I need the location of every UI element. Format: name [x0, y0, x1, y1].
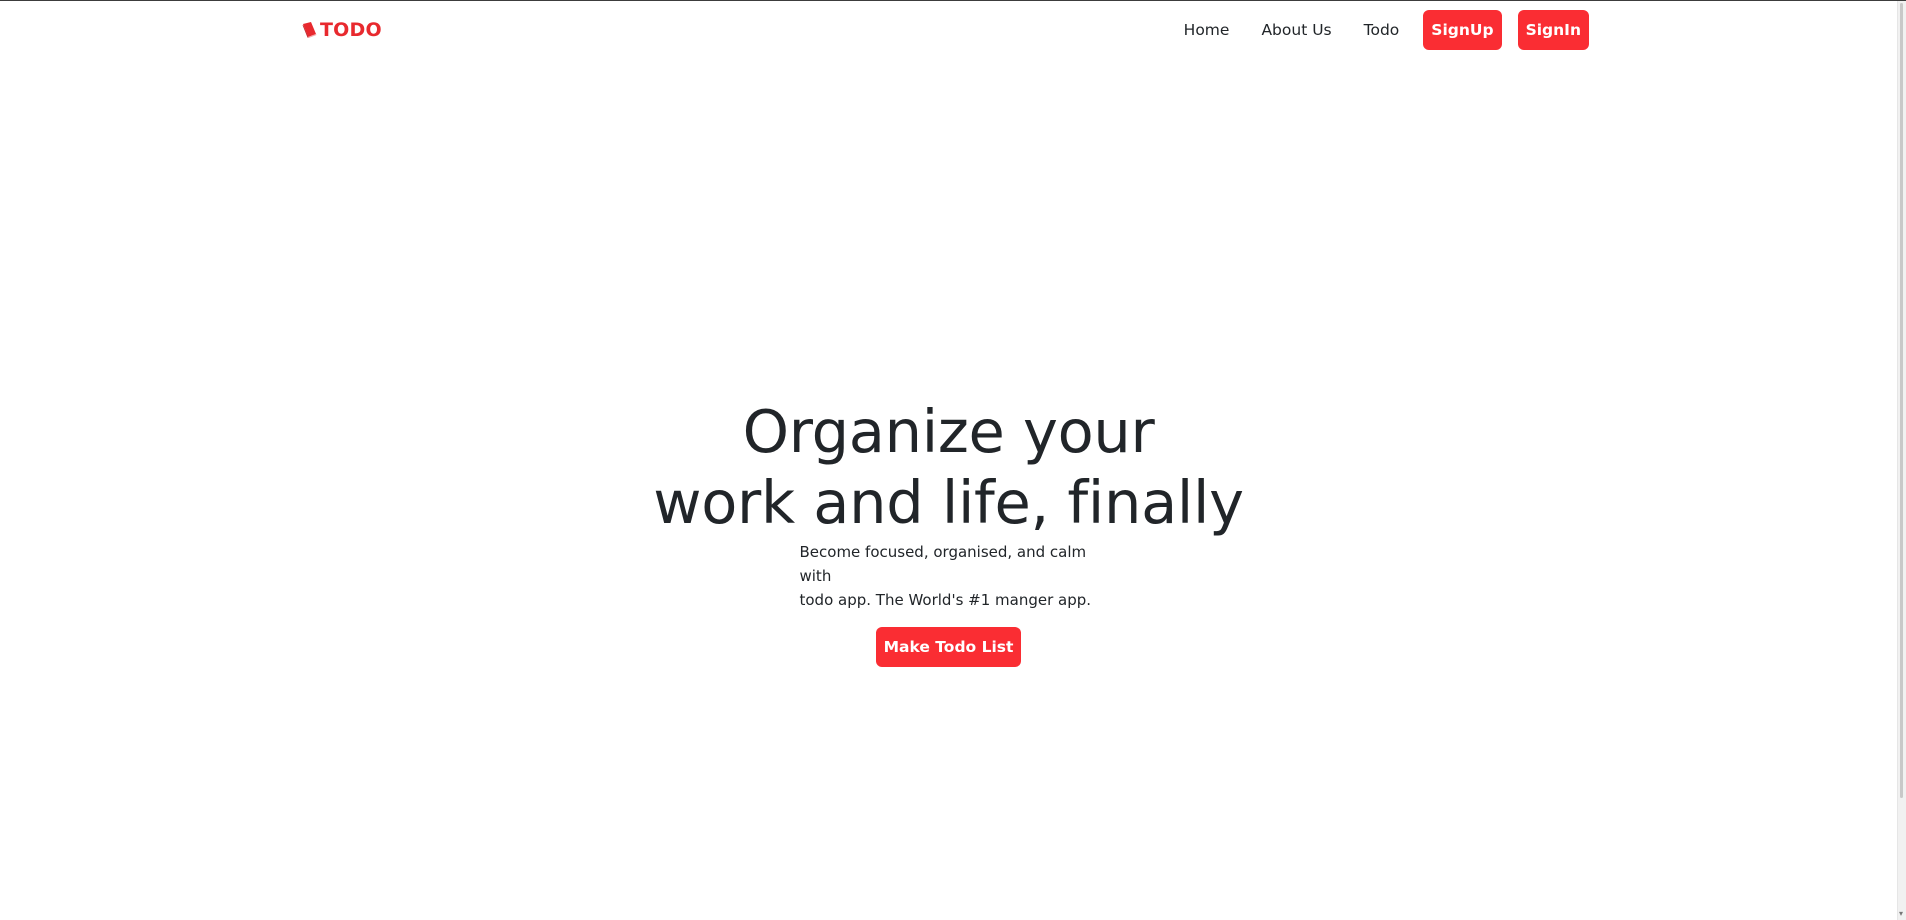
nav-link-todo[interactable]: Todo	[1364, 10, 1400, 50]
book-icon	[302, 22, 317, 38]
hero-subtitle-line-1: Become focused, organised, and calm with	[799, 543, 1087, 585]
nav-links: Home About Us Todo SignUp SignIn	[1184, 10, 1589, 50]
hero-title-line-2: work and life, finally	[653, 468, 1244, 537]
hero-section: Organize your work and life, finally Bec…	[0, 396, 1897, 667]
brand-link[interactable]: TODO	[301, 19, 382, 41]
signup-button[interactable]: SignUp	[1423, 10, 1502, 50]
vertical-scrollbar[interactable]: ▾	[1897, 1, 1906, 920]
hero-subtitle: Become focused, organised, and calm with…	[788, 540, 1110, 612]
navbar: TODO Home About Us Todo SignUp SignIn	[0, 1, 1906, 59]
scrollbar-thumb[interactable]	[1900, 3, 1903, 798]
make-todo-list-button[interactable]: Make Todo List	[875, 627, 1022, 667]
nav-link-about-us[interactable]: About Us	[1261, 10, 1331, 50]
hero-title-line-1: Organize your	[742, 397, 1155, 466]
nav-link-home[interactable]: Home	[1184, 10, 1230, 50]
brand-name: TODO	[320, 19, 382, 41]
hero-title: Organize your work and life, finally	[0, 396, 1897, 538]
scroll-down-arrow-icon[interactable]: ▾	[1899, 910, 1903, 918]
signin-button[interactable]: SignIn	[1517, 10, 1589, 50]
page: TODO Home About Us Todo SignUp SignIn Or…	[0, 0, 1906, 920]
hero-subtitle-line-2: todo app. The World's #1 manger app.	[799, 591, 1092, 609]
